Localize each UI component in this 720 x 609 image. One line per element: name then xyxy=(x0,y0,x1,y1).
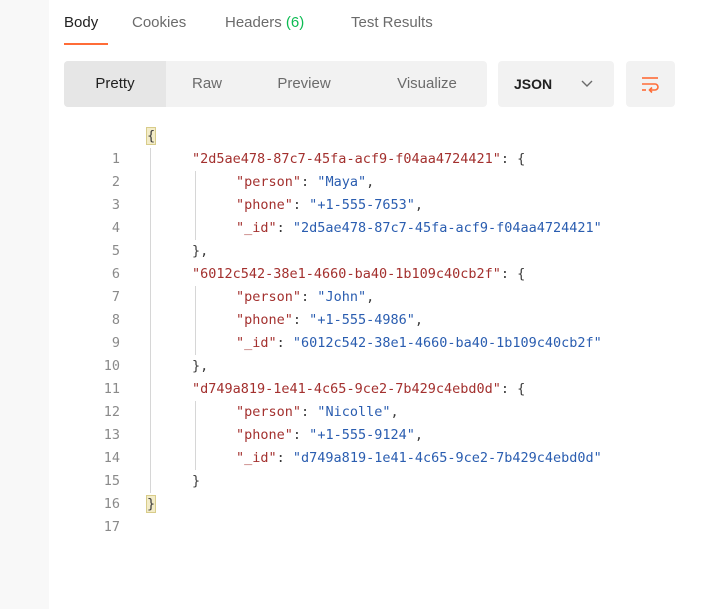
view-mode-bar: Pretty Raw Preview Visualize xyxy=(64,61,487,107)
chevron-down-icon xyxy=(581,80,593,87)
code-line: 4 "phone": "+1-555-7653", xyxy=(64,194,720,236)
code-line: 12 "d749a819-1e41-4c65-9ce2-7b429c4ebd0d… xyxy=(64,378,720,420)
format-select[interactable]: JSON xyxy=(498,61,614,107)
code-line: 17 } xyxy=(64,493,720,535)
person-value: Maya xyxy=(325,174,358,190)
response-body-editor[interactable]: 1 { 2 "2d5ae478-87c7-45fa-acf9-f04aa4724… xyxy=(64,125,720,535)
id-value: d749a819-1e41-4c65-9ce2-7b429c4ebd0d xyxy=(301,450,594,466)
active-tab-indicator xyxy=(64,43,108,45)
view-preview-button[interactable]: Preview xyxy=(256,61,352,107)
person-value: Nicolle xyxy=(325,404,383,420)
code-line: 7 "6012c542-38e1-4660-ba40-1b109c40cb2f"… xyxy=(64,263,720,305)
wrap-lines-button[interactable] xyxy=(626,61,675,107)
view-visualize-button[interactable]: Visualize xyxy=(372,61,482,107)
line-number: 17 xyxy=(103,519,120,535)
tab-body[interactable]: Body xyxy=(64,14,98,31)
code-line: 10 "_id": "6012c542-38e1-4660-ba40-1b109… xyxy=(64,332,720,374)
person-value: John xyxy=(325,289,358,305)
tab-test-results[interactable]: Test Results xyxy=(351,14,433,31)
code-line: 6 }, xyxy=(64,240,720,282)
root-close-brace: } xyxy=(145,495,157,513)
code-line: 1 { xyxy=(64,125,720,167)
code-line: 11 }, xyxy=(64,355,720,397)
code-line: 14 "phone": "+1-555-9124", xyxy=(64,424,720,466)
id-value: 6012c542-38e1-4660-ba40-1b109c40cb2f xyxy=(301,335,594,351)
tab-cookies[interactable]: Cookies xyxy=(132,14,186,31)
code-line: 13 "person": "Nicolle", xyxy=(64,401,720,443)
left-gutter xyxy=(0,0,49,609)
entry-key: d749a819-1e41-4c65-9ce2-7b429c4ebd0d xyxy=(200,381,493,397)
id-value: 2d5ae478-87c7-45fa-acf9-f04aa4724421 xyxy=(301,220,594,236)
format-select-value: JSON xyxy=(514,76,553,92)
headers-count-badge: (6) xyxy=(285,14,305,31)
code-line: 5 "_id": "2d5ae478-87c7-45fa-acf9-f04aa4… xyxy=(64,217,720,259)
entry-key: 6012c542-38e1-4660-ba40-1b109c40cb2f xyxy=(200,266,493,282)
code-line: 2 "2d5ae478-87c7-45fa-acf9-f04aa4724421"… xyxy=(64,148,720,190)
view-raw-button[interactable]: Raw xyxy=(172,61,242,107)
code-line: 15 "_id": "d749a819-1e41-4c65-9ce2-7b429… xyxy=(64,447,720,489)
phone-value: +1-555-7653 xyxy=(317,197,407,213)
code-line: 3 "person": "Maya", xyxy=(64,171,720,213)
root-open-brace: { xyxy=(145,127,157,145)
code-line: 16 } xyxy=(64,470,720,512)
view-pretty-button[interactable]: Pretty xyxy=(64,61,166,107)
phone-value: +1-555-4986 xyxy=(317,312,407,328)
tab-headers[interactable]: Headers (6) xyxy=(225,14,304,31)
wrap-lines-icon xyxy=(642,77,659,94)
tab-headers-label: Headers xyxy=(225,14,282,31)
code-line: 8 "person": "John", xyxy=(64,286,720,328)
phone-value: +1-555-9124 xyxy=(317,427,407,443)
entry-key: 2d5ae478-87c7-45fa-acf9-f04aa4724421 xyxy=(200,151,493,167)
code-line: 9 "phone": "+1-555-4986", xyxy=(64,309,720,351)
